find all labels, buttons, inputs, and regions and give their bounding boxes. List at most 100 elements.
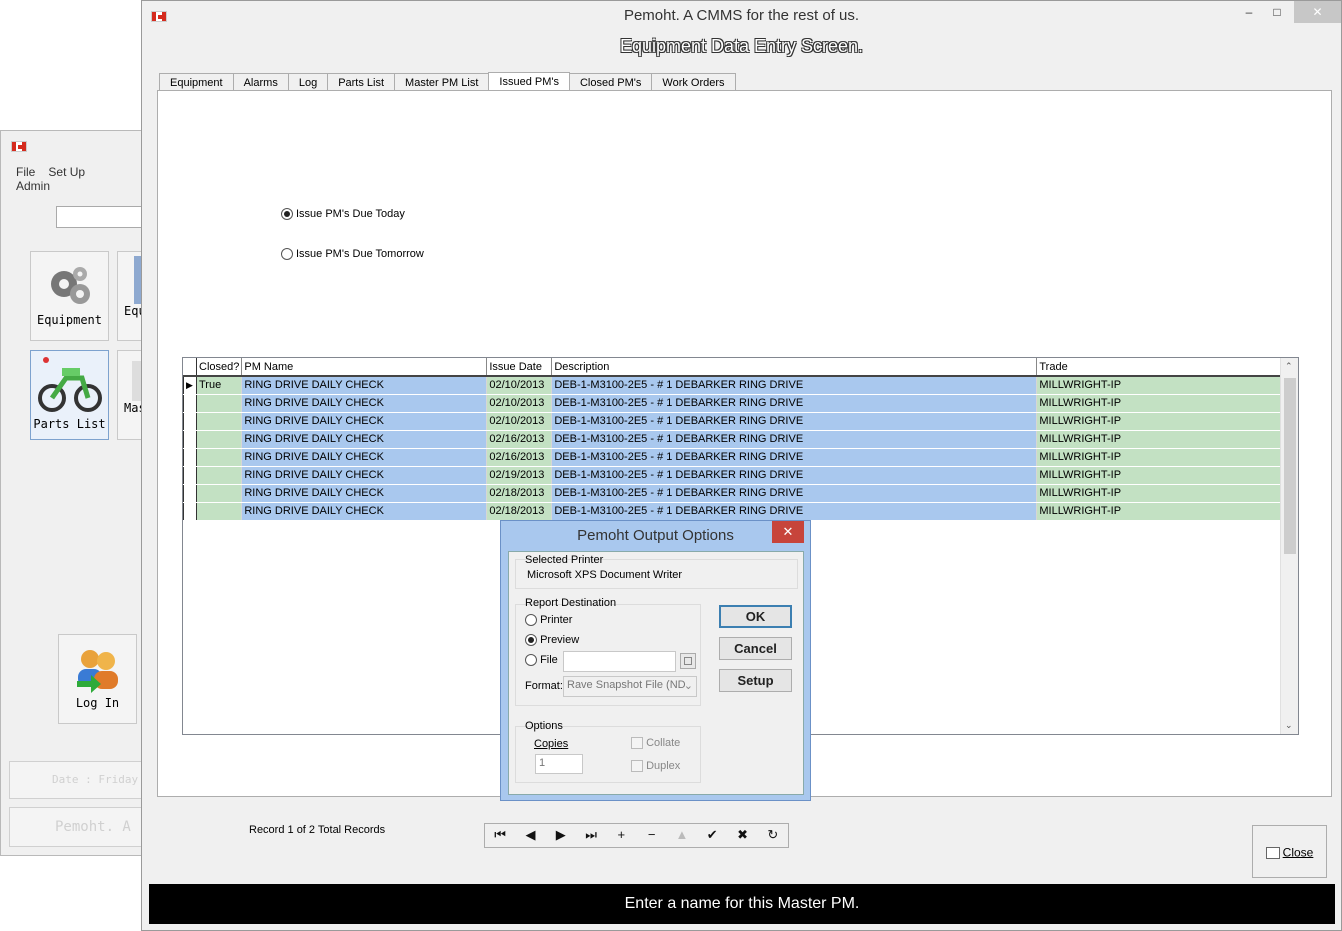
due-tomorrow-radio[interactable] [281,248,293,261]
column-header-pm-name[interactable]: PM Name [241,358,488,377]
dest-preview-option[interactable]: Preview [525,634,579,647]
cell-closed[interactable] [196,430,243,449]
cell-description[interactable]: DEB-1-M3100-2E5 - # 1 DEBARKER RING DRIV… [551,394,1038,413]
cell-pm-name[interactable]: RING DRIVE DAILY CHECK [241,430,488,449]
cell-closed[interactable] [196,394,243,413]
cell-closed[interactable]: True [196,376,243,395]
row-indicator[interactable] [183,466,197,485]
menu-file[interactable]: File [16,165,35,179]
copies-input[interactable]: 1 [535,754,583,774]
format-select[interactable]: Rave Snapshot File (ND ⌄ [563,676,697,697]
cell-description[interactable]: DEB-1-M3100-2E5 - # 1 DEBARKER RING DRIV… [551,376,1038,395]
scroll-up-icon[interactable]: ⌃ [1285,361,1293,372]
delete-record-button[interactable]: − [636,824,666,847]
column-header-closed[interactable]: Closed? [196,358,243,377]
cell-trade[interactable]: MILLWRIGHT-IP [1036,376,1284,395]
cell-description[interactable]: DEB-1-M3100-2E5 - # 1 DEBARKER RING DRIV… [551,502,1038,521]
column-header-issue-date[interactable]: Issue Date [486,358,553,377]
refresh-button[interactable]: ↻ [758,824,788,847]
table-row[interactable]: RING DRIVE DAILY CHECK 02/16/2013 DEB-1-M3… [183,448,1284,467]
row-indicator[interactable] [183,448,197,467]
table-row[interactable]: ▶ True RING DRIVE DAILY CHECK 02/10/2013 DEB… [183,376,1284,395]
window-close-button[interactable]: ✕ [1294,1,1341,23]
cell-closed[interactable] [196,484,243,503]
cell-trade[interactable]: MILLWRIGHT-IP [1036,430,1284,449]
cell-closed[interactable] [196,502,243,521]
vertical-scrollbar[interactable]: ⌃ ⌄ [1280,358,1298,734]
setup-button[interactable]: Setup [719,669,792,692]
cell-description[interactable]: DEB-1-M3100-2E5 - # 1 DEBARKER RING DRIV… [551,412,1038,431]
row-indicator[interactable] [183,412,197,431]
cell-pm-name[interactable]: RING DRIVE DAILY CHECK [241,376,488,395]
maximize-button[interactable]: □ [1261,1,1293,23]
column-header-description[interactable]: Description [551,358,1038,377]
cell-trade[interactable]: MILLWRIGHT-IP [1036,502,1284,521]
cell-trade[interactable]: MILLWRIGHT-IP [1036,412,1284,431]
cell-trade[interactable]: MILLWRIGHT-IP [1036,448,1284,467]
save-file-icon[interactable] [680,653,696,669]
cell-issue-date[interactable]: 02/10/2013 [486,394,553,413]
cell-trade[interactable]: MILLWRIGHT-IP [1036,394,1284,413]
cell-pm-name[interactable]: RING DRIVE DAILY CHECK [241,448,488,467]
next-record-button[interactable]: ▶ [546,824,576,847]
table-row[interactable]: RING DRIVE DAILY CHECK 02/18/2013 DEB-1-M3… [183,484,1284,503]
log-in-tile[interactable]: Log In [58,634,137,724]
dest-file-radio[interactable] [525,654,537,667]
row-indicator[interactable] [183,484,197,503]
close-button[interactable]: Close [1252,825,1327,878]
cancel-button[interactable]: Cancel [719,637,792,660]
cell-closed[interactable] [196,448,243,467]
cell-issue-date[interactable]: 02/19/2013 [486,466,553,485]
dialog-close-button[interactable]: ✕ [772,521,804,543]
cell-issue-date[interactable]: 02/18/2013 [486,502,553,521]
row-indicator[interactable] [183,502,197,521]
cell-pm-name[interactable]: RING DRIVE DAILY CHECK [241,394,488,413]
table-row[interactable]: RING DRIVE DAILY CHECK 02/18/2013 DEB-1-M3… [183,502,1284,521]
cell-description[interactable]: DEB-1-M3100-2E5 - # 1 DEBARKER RING DRIV… [551,448,1038,467]
edit-record-button[interactable]: ▲ [667,824,697,847]
file-path-input[interactable] [563,651,676,672]
due-today-option[interactable]: Issue PM's Due Today [281,208,405,221]
menu-setup[interactable]: Set Up [48,165,85,179]
parts-list-tile[interactable]: Parts List [30,350,109,440]
due-today-radio[interactable] [281,208,293,221]
cell-description[interactable]: DEB-1-M3100-2E5 - # 1 DEBARKER RING DRIV… [551,430,1038,449]
last-record-button[interactable]: ⏭ [576,824,606,847]
cell-trade[interactable]: MILLWRIGHT-IP [1036,484,1284,503]
column-header-trade[interactable]: Trade [1036,358,1284,377]
duplex-checkbox[interactable] [631,760,643,773]
search-input[interactable] [56,206,146,228]
dest-preview-radio[interactable] [525,634,537,647]
table-row[interactable]: RING DRIVE DAILY CHECK 02/19/2013 DEB-1-M3… [183,466,1284,485]
cell-pm-name[interactable]: RING DRIVE DAILY CHECK [241,412,488,431]
ok-button[interactable]: OK [719,605,792,628]
cell-trade[interactable]: MILLWRIGHT-IP [1036,466,1284,485]
due-tomorrow-option[interactable]: Issue PM's Due Tomorrow [281,248,424,261]
collate-option[interactable]: Collate [631,737,680,750]
dest-printer-option[interactable]: Printer [525,614,572,627]
dest-printer-radio[interactable] [525,614,537,627]
cell-pm-name[interactable]: RING DRIVE DAILY CHECK [241,502,488,521]
first-record-button[interactable]: ⏮ [485,824,515,847]
table-row[interactable]: RING DRIVE DAILY CHECK 02/10/2013 DEB-1-M3… [183,394,1284,413]
cell-closed[interactable] [196,412,243,431]
cell-pm-name[interactable]: RING DRIVE DAILY CHECK [241,466,488,485]
post-record-button[interactable]: ✔ [697,824,727,847]
cell-description[interactable]: DEB-1-M3100-2E5 - # 1 DEBARKER RING DRIV… [551,484,1038,503]
dest-file-option[interactable]: File [525,654,558,667]
cell-issue-date[interactable]: 02/10/2013 [486,412,553,431]
scrollbar-thumb[interactable] [1284,378,1296,554]
equipment-tile[interactable]: Equipment [30,251,109,341]
prior-record-button[interactable]: ◀ [515,824,545,847]
table-row[interactable]: RING DRIVE DAILY CHECK 02/10/2013 DEB-1-M3… [183,412,1284,431]
cell-closed[interactable] [196,466,243,485]
scroll-down-icon[interactable]: ⌄ [1285,720,1293,731]
cell-pm-name[interactable]: RING DRIVE DAILY CHECK [241,484,488,503]
cell-issue-date[interactable]: 02/18/2013 [486,484,553,503]
row-indicator[interactable] [183,394,197,413]
row-indicator[interactable] [183,430,197,449]
cell-description[interactable]: DEB-1-M3100-2E5 - # 1 DEBARKER RING DRIV… [551,466,1038,485]
cancel-edit-button[interactable]: ✖ [727,824,757,847]
menu-admin[interactable]: Admin [16,179,50,193]
cell-issue-date[interactable]: 02/16/2013 [486,430,553,449]
